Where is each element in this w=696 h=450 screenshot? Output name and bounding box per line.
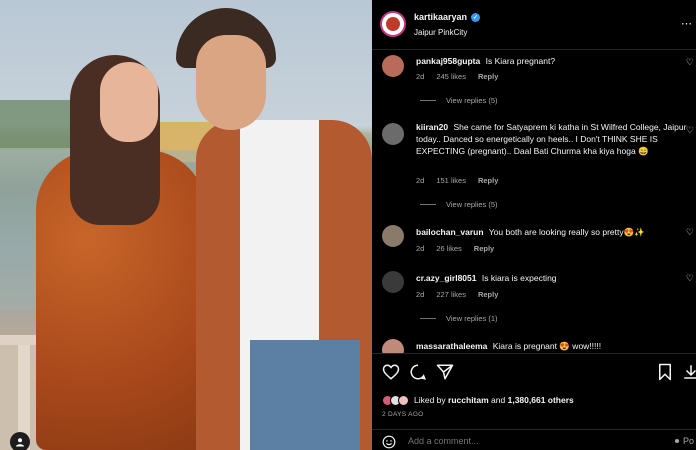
view-replies-button[interactable]: View replies (1) bbox=[420, 314, 498, 323]
comment-meta: 2d 245 likes Reply bbox=[416, 72, 498, 81]
comment-avatar[interactable] bbox=[382, 271, 404, 293]
verified-badge-icon: ✓ bbox=[471, 12, 481, 22]
author-avatar-logo bbox=[386, 17, 400, 31]
comment-reply-button[interactable]: Reply bbox=[474, 244, 494, 253]
comment-likes[interactable]: 26 likes bbox=[436, 244, 461, 253]
comment-age: 2d bbox=[416, 244, 425, 253]
post-actions: Liked by rucchitam and 1,380,661 others … bbox=[372, 353, 696, 450]
comment-username[interactable]: cr.azy_girl8051 bbox=[416, 273, 477, 283]
post-photo[interactable] bbox=[0, 0, 372, 450]
comment-text-block: pankaj958gupta Is Kiara pregnant? bbox=[416, 55, 688, 67]
post-button-label: Po bbox=[682, 436, 694, 446]
comment-text: She came for Satyaprem ki katha in St Wi… bbox=[416, 122, 687, 156]
comment-composer: Po bbox=[372, 429, 696, 450]
liked-by-row[interactable]: Liked by rucchitam and 1,380,661 others bbox=[382, 393, 574, 407]
comment-avatar[interactable] bbox=[382, 339, 404, 353]
like-heart-icon[interactable] bbox=[382, 363, 400, 381]
comment-reply-button[interactable]: Reply bbox=[478, 290, 498, 299]
view-replies-button[interactable]: View replies (5) bbox=[420, 200, 498, 209]
comment-likes[interactable]: 227 likes bbox=[436, 290, 466, 299]
comment-reply-button[interactable]: Reply bbox=[478, 72, 498, 81]
view-replies-label: View replies (5) bbox=[446, 96, 498, 105]
author-username-row[interactable]: kartikaaryan ✓ bbox=[414, 12, 481, 22]
tagged-users-button[interactable] bbox=[10, 432, 30, 450]
comment-like-heart-icon[interactable]: ♡ bbox=[686, 273, 694, 284]
comment-meta: 2d 227 likes Reply bbox=[416, 290, 498, 299]
comment-like-heart-icon[interactable]: ♡ bbox=[686, 227, 694, 238]
likes-count[interactable]: 1,380,661 others bbox=[508, 395, 574, 405]
author-avatar[interactable] bbox=[380, 11, 406, 37]
bookmark-icon[interactable] bbox=[656, 363, 674, 381]
comment-age: 2d bbox=[416, 176, 425, 185]
liked-by-text: Liked by rucchitam and 1,380,661 others bbox=[414, 395, 574, 405]
author-username[interactable]: kartikaaryan bbox=[414, 12, 467, 22]
user-icon bbox=[16, 438, 24, 447]
comment-like-heart-icon[interactable]: ♡ bbox=[686, 125, 694, 136]
add-comment-input[interactable] bbox=[408, 436, 638, 446]
comment-text-block: kiiran20 She came for Satyaprem ki katha… bbox=[416, 121, 688, 157]
comments-list[interactable]: pankaj958gupta Is Kiara pregnant? ♡ 2d 2… bbox=[372, 51, 696, 353]
comment-text: You both are looking really so pretty😍✨ bbox=[488, 227, 645, 237]
liked-by-joiner: and bbox=[491, 395, 506, 405]
replies-divider-line bbox=[420, 204, 436, 205]
download-icon[interactable] bbox=[682, 363, 696, 381]
comment-text-block: bailochan_varun You both are looking rea… bbox=[416, 226, 688, 238]
comment-avatar[interactable] bbox=[382, 123, 404, 145]
view-replies-label: View replies (5) bbox=[446, 200, 498, 209]
emoji-smiley-icon[interactable] bbox=[382, 435, 396, 449]
status-dot-icon bbox=[674, 439, 679, 443]
post-side-panel: kartikaaryan ✓ Jaipur PinkCity ⋯ pankaj9… bbox=[372, 0, 696, 450]
comment-avatar[interactable] bbox=[382, 225, 404, 247]
comment-username[interactable]: kiiran20 bbox=[416, 122, 448, 132]
post-comment-button[interactable]: Po bbox=[674, 436, 694, 446]
comment-reply-button[interactable]: Reply bbox=[478, 176, 498, 185]
comment-meta: 2d 26 likes Reply bbox=[416, 244, 494, 253]
comment-likes[interactable]: 151 likes bbox=[436, 176, 466, 185]
comment-text: Is Kiara pregnant? bbox=[485, 56, 556, 66]
comment-username[interactable]: pankaj958gupta bbox=[416, 56, 480, 66]
comment-meta: 2d 151 likes Reply bbox=[416, 176, 498, 185]
liker-avatar bbox=[398, 394, 409, 406]
comment-username[interactable]: massarathaleema bbox=[416, 341, 487, 351]
comment-bubble-icon[interactable] bbox=[409, 363, 427, 381]
photo-woman-face bbox=[100, 62, 158, 142]
view-replies-button[interactable]: View replies (5) bbox=[420, 96, 498, 105]
comment-avatar[interactable] bbox=[382, 55, 404, 77]
more-horizontal-icon[interactable]: ⋯ bbox=[681, 17, 692, 30]
comment-age: 2d bbox=[416, 290, 425, 299]
view-replies-label: View replies (1) bbox=[446, 314, 498, 323]
comment-like-heart-icon[interactable]: ♡ bbox=[686, 57, 694, 68]
photo-man-jeans bbox=[250, 340, 360, 450]
replies-divider-line bbox=[420, 318, 436, 319]
comment-text: Kiara is pregnant 😍 wow!!!!! bbox=[492, 341, 602, 351]
comment-text: Is kiara is expecting bbox=[481, 273, 557, 283]
liked-by-prefix: Liked by bbox=[414, 395, 446, 405]
comment-username[interactable]: bailochan_varun bbox=[416, 227, 484, 237]
comment-text-block: cr.azy_girl8051 Is kiara is expecting bbox=[416, 272, 688, 284]
share-send-icon[interactable] bbox=[436, 363, 454, 381]
liked-by-user[interactable]: rucchitam bbox=[448, 395, 489, 405]
comment-text-block: massarathaleema Kiara is pregnant 😍 wow!… bbox=[416, 340, 688, 352]
photo-man-face bbox=[196, 35, 266, 130]
comment-age: 2d bbox=[416, 72, 425, 81]
comment-likes[interactable]: 245 likes bbox=[436, 72, 466, 81]
post-header: kartikaaryan ✓ Jaipur PinkCity ⋯ bbox=[372, 0, 696, 50]
replies-divider-line bbox=[420, 100, 436, 101]
post-timestamp[interactable]: 2 DAYS AGO bbox=[382, 411, 424, 418]
post-location[interactable]: Jaipur PinkCity bbox=[414, 28, 467, 37]
